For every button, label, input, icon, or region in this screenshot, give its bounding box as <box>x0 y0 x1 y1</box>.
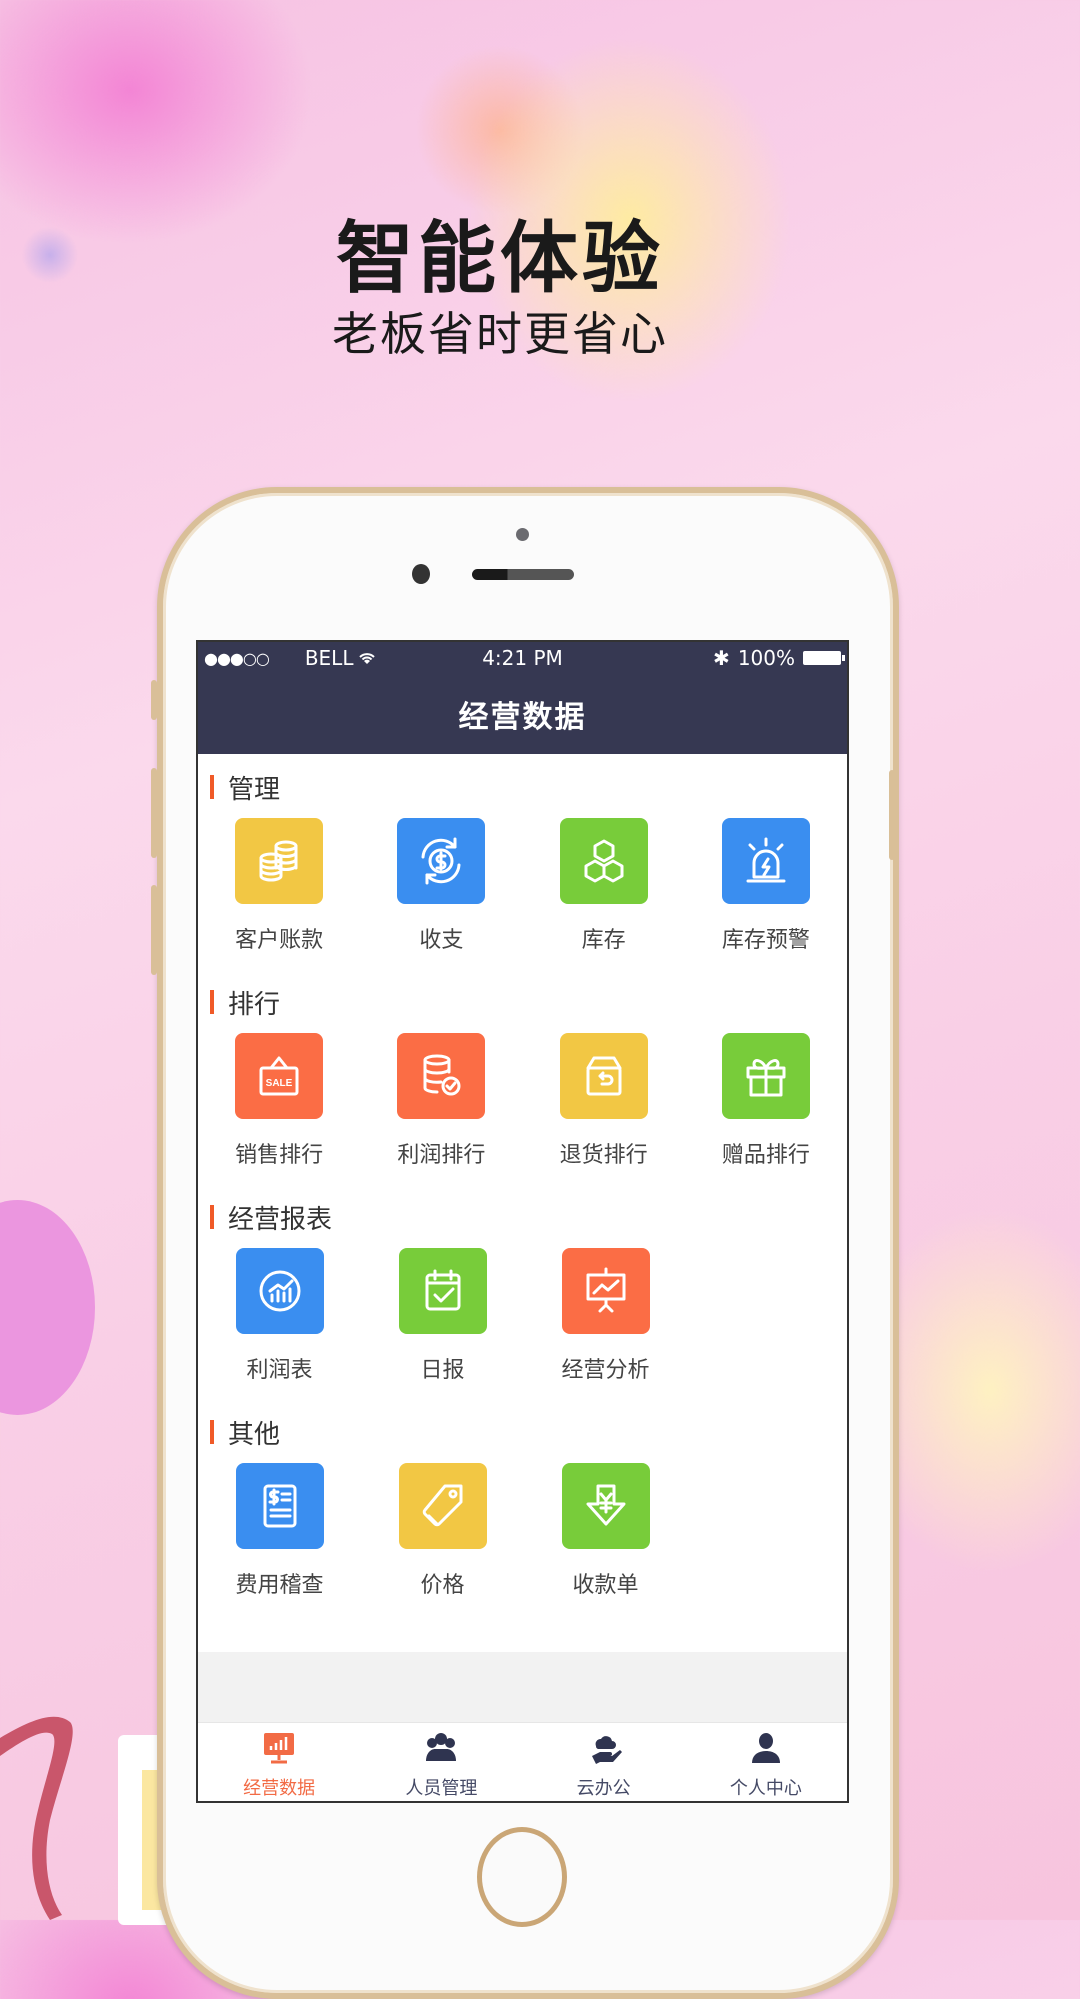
proximity-sensor <box>516 528 529 541</box>
section-grid: 客户账款 收支 库存 库存预警 <box>198 812 847 969</box>
menu-item-label: 退货排行 <box>559 1143 648 1168</box>
menu-item-label: 收支 <box>419 928 464 953</box>
menu-item[interactable]: 库存 <box>523 812 685 969</box>
tab-people[interactable]: 人员管理 <box>360 1723 522 1801</box>
battery-percent: 100% <box>737 646 795 670</box>
menu-item[interactable]: 利润表 <box>198 1242 361 1399</box>
tab-label: 个人中心 <box>729 1777 802 1799</box>
user-icon <box>748 1730 784 1770</box>
menu-item-label: 利润排行 <box>397 1143 486 1168</box>
nav-bar: 经营数据 <box>198 674 847 754</box>
menu-item-label: 日报 <box>420 1358 465 1383</box>
status-bar: ●●●○○ BELL 4:21 PM ✱ 100% <box>198 642 847 674</box>
section-accent-bar <box>210 775 214 799</box>
section-accent-bar <box>210 990 214 1014</box>
section-grid: 费用稽查 价格 收款单 <box>198 1457 847 1614</box>
menu-item-label: 收款单 <box>572 1573 639 1598</box>
power-button <box>889 770 895 860</box>
section-header: 排行 <box>198 977 847 1027</box>
sale-sign-icon: SALE <box>235 1033 324 1119</box>
section-title: 管理 <box>228 774 281 805</box>
menu-item-label: 费用稽查 <box>235 1573 324 1598</box>
svg-text:SALE: SALE <box>266 1078 293 1089</box>
menu-item-label: 库存预警 <box>721 928 810 953</box>
people-icon <box>423 1730 459 1770</box>
promo-subtitle: 老板省时更省心 <box>332 307 668 361</box>
section-header: 经营报表 <box>198 1192 847 1242</box>
wifi-icon <box>359 653 376 664</box>
home-button[interactable] <box>477 1827 567 1927</box>
volume-up-button <box>151 768 157 858</box>
menu-item[interactable]: 利润排行 <box>360 1027 522 1184</box>
section-grid: 利润表 日报 经营分析 <box>198 1242 847 1399</box>
chart-circle-icon <box>235 1248 324 1334</box>
volume-down-button <box>151 885 157 975</box>
tab-label: 云办公 <box>576 1777 631 1799</box>
section-accent-bar <box>210 1420 214 1444</box>
tab-monitor-chart[interactable]: 经营数据 <box>198 1723 360 1801</box>
menu-item[interactable]: 日报 <box>361 1242 524 1399</box>
presentation-icon <box>561 1248 650 1334</box>
menu-item[interactable]: 收支 <box>360 812 522 969</box>
menu-item[interactable]: 收款单 <box>524 1457 687 1614</box>
boxes-icon <box>559 818 648 904</box>
tab-label: 经营数据 <box>243 1777 316 1799</box>
section-title: 其他 <box>228 1419 281 1450</box>
battery-icon <box>803 651 845 665</box>
decorative-blob <box>0 1200 95 1415</box>
signal-strength-icon: ●●●○○ <box>204 648 270 668</box>
alarm-light-icon <box>721 818 810 904</box>
coins-icon <box>235 818 324 904</box>
monitor-chart-icon <box>261 1730 297 1770</box>
mute-switch <box>151 680 157 720</box>
tab-cloud-hand[interactable]: 云办公 <box>523 1723 685 1801</box>
price-tag-icon <box>398 1463 487 1549</box>
menu-item[interactable]: SALE 销售排行 <box>198 1027 360 1184</box>
menu-sections: 管理 客户账款 收支 库存 库存预警 排行 SALE 销售排行 利润排行 退货排行… <box>198 762 847 1614</box>
menu-item[interactable]: 价格 <box>361 1457 524 1614</box>
menu-item-label: 价格 <box>420 1573 465 1598</box>
bluetooth-icon: ✱ <box>713 646 730 670</box>
page-title: 经营数据 <box>458 700 587 735</box>
section-accent-bar <box>210 1205 214 1229</box>
menu-item-label: 客户账款 <box>235 928 324 953</box>
ribbon-decoration <box>0 1716 73 1920</box>
carrier-name: BELL <box>304 646 354 670</box>
menu-item[interactable]: 费用稽查 <box>198 1457 361 1614</box>
menu-item[interactable]: 退货排行 <box>523 1027 685 1184</box>
return-box-icon <box>559 1033 648 1119</box>
database-check-icon <box>397 1033 486 1119</box>
tab-bar: 经营数据 人员管理 云办公 个人中心 <box>198 1722 847 1801</box>
menu-item[interactable]: 库存预警 <box>685 812 847 969</box>
section-grid: SALE 销售排行 利润排行 退货排行 赠品排行 <box>198 1027 847 1184</box>
section-header: 其他 <box>198 1407 847 1457</box>
promo-title: 智能体验 <box>335 214 664 304</box>
calendar-check-icon <box>398 1248 487 1334</box>
dollar-exchange-icon <box>397 818 486 904</box>
gift-icon <box>721 1033 810 1119</box>
menu-item-label: 销售排行 <box>235 1143 324 1168</box>
menu-item[interactable]: 赠品排行 <box>685 1027 847 1184</box>
earpiece-speaker <box>472 569 574 580</box>
menu-item-label: 经营分析 <box>561 1358 650 1383</box>
section-title: 排行 <box>228 989 281 1020</box>
section-header: 管理 <box>198 762 847 812</box>
yuan-download-icon <box>561 1463 650 1549</box>
menu-item[interactable]: 经营分析 <box>524 1242 687 1399</box>
cloud-hand-icon <box>586 1730 622 1770</box>
front-camera <box>412 564 430 584</box>
section-title: 经营报表 <box>228 1204 333 1235</box>
tab-label: 人员管理 <box>405 1777 478 1799</box>
menu-item-label: 利润表 <box>246 1358 313 1383</box>
tab-user[interactable]: 个人中心 <box>685 1723 847 1801</box>
menu-item[interactable]: 客户账款 <box>198 812 360 969</box>
invoice-icon <box>235 1463 324 1549</box>
menu-item-label: 赠品排行 <box>721 1143 810 1168</box>
menu-item-label: 库存 <box>581 928 626 953</box>
content-spacer <box>198 1652 847 1722</box>
app-screen: ●●●○○ BELL 4:21 PM ✱ 100% 经营数据 管理 客户账款 收… <box>196 640 849 1803</box>
